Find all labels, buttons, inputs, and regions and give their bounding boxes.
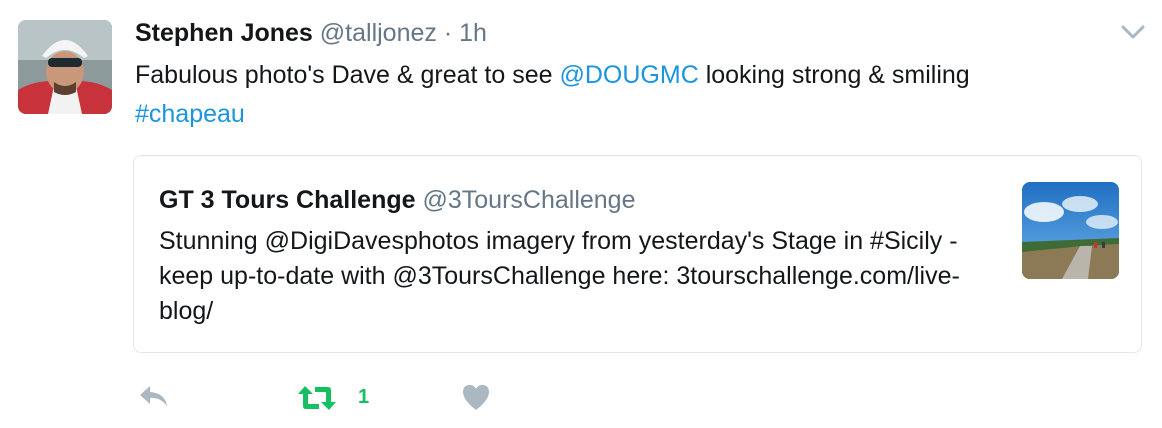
timestamp[interactable]: 1h: [459, 19, 487, 47]
quoted-author-handle: @3ToursChallenge: [422, 186, 636, 214]
separator: ·: [443, 19, 453, 47]
chevron-down-icon[interactable]: [1119, 20, 1147, 44]
quoted-tweet-header: GT 3 Tours Challenge @3ToursChallenge: [159, 183, 636, 217]
avatar[interactable]: [18, 20, 112, 114]
mention-link[interactable]: @DOUGMC: [559, 61, 698, 89]
retweet-count: 1: [358, 386, 370, 408]
heart-icon[interactable]: [460, 382, 492, 417]
retweet-icon[interactable]: [297, 384, 337, 417]
hashtag-link[interactable]: #chapeau: [135, 100, 245, 128]
tweet-header: Stephen Jones @talljonez · 1h: [135, 16, 487, 50]
quoted-tweet-text: Stunning @DigiDavesphotos imagery from y…: [159, 227, 960, 325]
quoted-tweet[interactable]: GT 3 Tours Challenge @3ToursChallenge St…: [133, 155, 1142, 353]
quoted-author-name: GT 3 Tours Challenge: [159, 186, 416, 214]
tweet-actions: 1: [0, 372, 1162, 422]
reply-icon[interactable]: [136, 382, 170, 415]
tweet-text-part: looking strong & smiling: [698, 61, 970, 89]
author-handle[interactable]: @talljonez: [320, 19, 437, 47]
quoted-tweet-image[interactable]: [1022, 182, 1119, 279]
tweet-text-part: Fabulous photo's Dave & great to see: [135, 61, 560, 89]
tweet-text: Fabulous photo's Dave & great to see @DO…: [135, 56, 1125, 134]
author-name[interactable]: Stephen Jones: [135, 19, 313, 47]
